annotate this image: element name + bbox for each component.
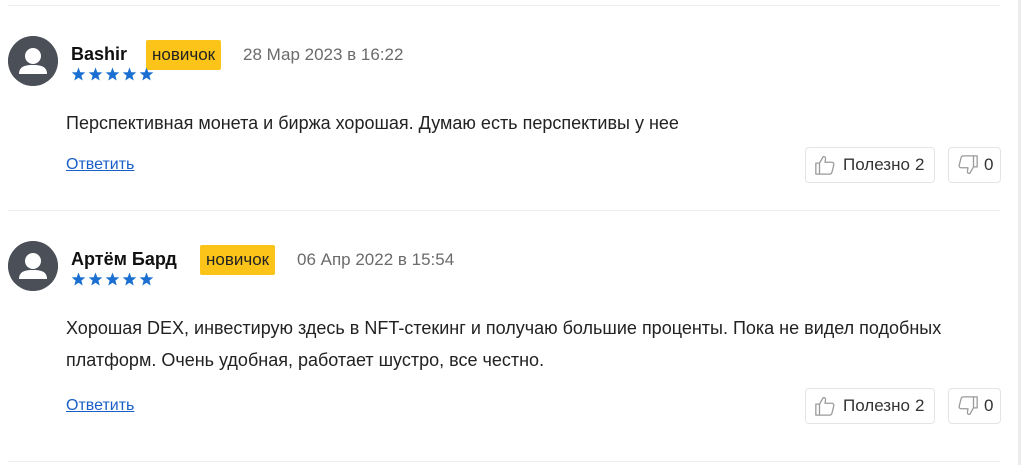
user-silhouette-icon [8, 36, 58, 86]
thumbs-up-icon [815, 397, 835, 416]
like-count: 2 [914, 396, 925, 415]
thumbs-up-icon [815, 156, 835, 175]
star-icon [139, 67, 154, 81]
star-icon [139, 272, 154, 286]
star-rating [71, 272, 157, 288]
author-name[interactable]: Bashir [71, 44, 127, 65]
comment-text: Хорошая DEX, инвестирую здесь в NFT-стек… [66, 318, 942, 370]
star-rating [71, 67, 157, 83]
like-count: 2 [914, 155, 925, 174]
divider [8, 210, 1000, 211]
like-button[interactable]: Полезно 2 [805, 147, 935, 183]
like-label: Полезно [843, 396, 910, 415]
dislike-button[interactable]: 0 [948, 147, 1001, 183]
dislike-button[interactable]: 0 [948, 388, 1001, 424]
avatar [8, 36, 58, 86]
thumbs-down-icon [958, 155, 978, 174]
star-icon [88, 67, 103, 81]
star-icon [71, 67, 86, 81]
reply-link[interactable]: Ответить [66, 156, 134, 174]
like-label: Полезно [843, 155, 910, 174]
avatar [8, 241, 58, 291]
dislike-count: 0 [984, 396, 994, 415]
star-icon [122, 272, 137, 286]
star-icon [88, 272, 103, 286]
comment-text: Перспективная монета и биржа хорошая. Ду… [66, 113, 679, 133]
reply-link[interactable]: Ответить [66, 397, 134, 415]
thumbs-down-icon [958, 396, 978, 415]
author-name[interactable]: Артём Бард [71, 249, 177, 270]
like-button[interactable]: Полезно 2 [805, 388, 935, 424]
star-icon [71, 272, 86, 286]
divider-top [8, 5, 1000, 6]
comment-date: 28 Мар 2023 в 16:22 [243, 45, 404, 64]
star-icon [105, 67, 120, 81]
comment-date: 06 Апр 2022 в 15:54 [297, 250, 455, 269]
status-badge: новичок [146, 40, 222, 70]
divider [8, 461, 1000, 462]
star-icon [122, 67, 137, 81]
dislike-count: 0 [984, 155, 994, 174]
user-silhouette-icon [8, 241, 58, 291]
star-icon [105, 272, 120, 286]
status-badge: новичок [200, 245, 276, 275]
